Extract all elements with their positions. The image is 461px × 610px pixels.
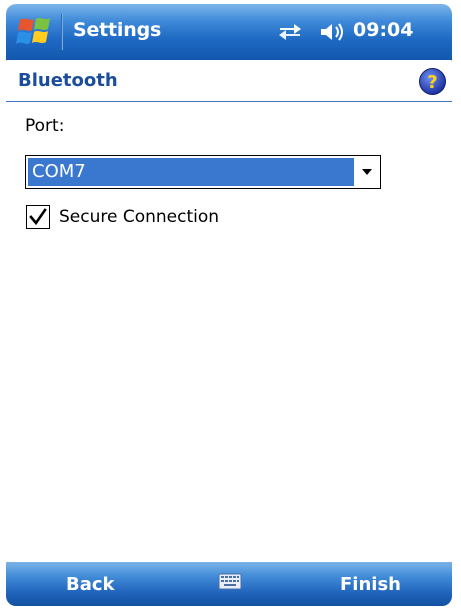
port-label: Port: (25, 116, 65, 136)
device-screen: Settings 09:04 Bluetooth ? Port: COM7 Se… (6, 4, 452, 606)
screen-frame: Settings 09:04 Bluetooth ? Port: COM7 Se… (0, 0, 461, 610)
checkmark-icon (29, 208, 47, 226)
app-title: Settings (73, 19, 162, 41)
secure-connection-checkbox[interactable] (26, 205, 50, 229)
port-dropdown[interactable]: COM7 (25, 155, 381, 189)
chevron-down-icon[interactable] (354, 156, 380, 188)
content-area: Port: COM7 Secure Connection (6, 102, 452, 562)
start-button[interactable] (12, 12, 56, 52)
page-header: Bluetooth ? (6, 61, 452, 102)
keyboard-icon[interactable] (218, 572, 242, 592)
speaker-icon[interactable] (318, 19, 346, 45)
help-icon[interactable]: ? (418, 67, 447, 96)
finish-button[interactable]: Finish (340, 574, 401, 595)
title-bar: Settings 09:04 (6, 4, 452, 60)
svg-text:?: ? (427, 72, 437, 93)
softkey-bar: Back Finish (6, 562, 452, 606)
connectivity-icon[interactable] (276, 20, 304, 44)
clock[interactable]: 09:04 (353, 19, 413, 41)
page-title: Bluetooth (18, 70, 118, 91)
secure-connection-label[interactable]: Secure Connection (59, 207, 219, 227)
windows-flag-icon (16, 18, 50, 44)
title-separator (61, 14, 63, 50)
port-selected-value: COM7 (28, 158, 354, 186)
back-button[interactable]: Back (66, 574, 115, 595)
